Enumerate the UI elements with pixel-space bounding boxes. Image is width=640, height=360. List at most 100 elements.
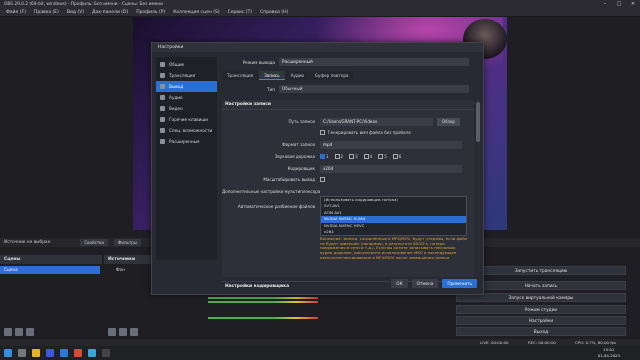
- add-scene-icon[interactable]: [4, 328, 12, 336]
- encoder-option[interactable]: x264: [321, 229, 466, 235]
- rescale-checkbox[interactable]: [320, 177, 325, 182]
- track-checkbox[interactable]: [363, 154, 369, 159]
- menu-edit[interactable]: Правка (E): [30, 10, 63, 15]
- maximize-icon[interactable]: □: [612, 0, 626, 8]
- sidebar-item-label: Трансляция: [169, 73, 196, 78]
- encoder-row: Кодировщик x264: [222, 164, 474, 173]
- rescale-label: Масштабировать вывод: [263, 177, 315, 182]
- speaker-icon: [160, 95, 165, 100]
- sidebar-item-accessibility[interactable]: Спец. возможности: [156, 125, 217, 136]
- tracks-row: Звуковая дорожка 1 2 3 4 5 6: [222, 152, 474, 161]
- browse-button[interactable]: Обзор: [437, 117, 461, 126]
- track-checkbox[interactable]: [392, 154, 398, 159]
- settings-scrollbar[interactable]: [476, 100, 480, 277]
- format-select[interactable]: mp4: [320, 140, 462, 149]
- wrench-icon: [160, 139, 165, 144]
- sidebar-item-advanced[interactable]: Расширенные: [156, 136, 217, 147]
- menu-docks[interactable]: Док-панели (D): [88, 10, 132, 15]
- app-icon[interactable]: [88, 349, 96, 357]
- sidebar-item-output[interactable]: Вывод: [156, 81, 217, 92]
- track-checkbox[interactable]: [320, 154, 325, 159]
- exit-button[interactable]: Выход: [456, 327, 626, 336]
- track-5[interactable]: 5: [378, 154, 390, 159]
- source-item-label: Фон: [116, 267, 125, 272]
- add-source-icon[interactable]: [108, 328, 116, 336]
- path-input[interactable]: C:/Users/GRANT-PC/Videos: [320, 117, 433, 126]
- app-icon[interactable]: [46, 349, 54, 357]
- studio-mode-button[interactable]: Режим студии: [456, 305, 626, 314]
- sidebar-item-general[interactable]: Общие: [156, 59, 217, 70]
- monitor-icon: [160, 106, 165, 111]
- taskbar-clock: 15:01 01.04.2023: [598, 347, 620, 358]
- scrollbar-thumb[interactable]: [476, 102, 480, 142]
- scene-filters-icon[interactable]: [26, 328, 34, 336]
- close-icon[interactable]: ✕: [626, 0, 640, 8]
- app-icon[interactable]: [60, 349, 68, 357]
- taskbar: [0, 346, 640, 360]
- settings-button[interactable]: Настройки: [456, 316, 626, 325]
- ok-button[interactable]: ОК: [391, 279, 408, 288]
- scene-list-item[interactable]: Сцена: [0, 266, 100, 274]
- cpu-status: CPU: 0.7%, 60.00 fps: [575, 340, 617, 345]
- sidebar-item-hotkeys[interactable]: Горячие клавиши: [156, 114, 217, 125]
- track-4[interactable]: 4: [363, 154, 376, 159]
- window-title: OBS 29.0.2 (64-bit, windows) - Профиль: …: [4, 1, 163, 7]
- remove-source-icon[interactable]: [119, 328, 127, 336]
- menu-tools[interactable]: Сервис (T): [224, 10, 257, 15]
- sidebar-item-label: Спец. возможности: [169, 128, 213, 133]
- search-icon[interactable]: [18, 349, 26, 357]
- track-checkbox[interactable]: [378, 154, 384, 159]
- output-mode-select[interactable]: Расширенный: [279, 58, 469, 66]
- menu-scene-collection[interactable]: Коллекция сцен (S): [169, 10, 223, 15]
- properties-button[interactable]: Свойства: [80, 239, 108, 246]
- source-settings-icon[interactable]: [130, 328, 138, 336]
- obs-icon[interactable]: [102, 349, 110, 357]
- menu-file[interactable]: Файл (F): [2, 10, 30, 15]
- sidebar-item-label: Расширенные: [169, 139, 200, 144]
- tab-replay-buffer[interactable]: Буфер повтора: [310, 71, 354, 80]
- settings-main: Режим вывода Расширенный Трансляция Запи…: [222, 57, 480, 289]
- track-checkbox[interactable]: [334, 154, 340, 159]
- app-icon[interactable]: [74, 349, 82, 357]
- tab-streaming[interactable]: Трансляция: [222, 71, 259, 80]
- sidebar-item-label: Видео: [169, 106, 183, 111]
- type-row: Тип Обычный: [222, 84, 480, 94]
- sidebar-item-audio[interactable]: Аудио: [156, 92, 217, 103]
- remove-scene-icon[interactable]: [15, 328, 23, 336]
- format-label: Формат записи: [282, 142, 315, 147]
- live-status: LIVE: 00:00:00: [480, 340, 509, 345]
- start-icon[interactable]: [4, 349, 12, 357]
- section-title: Настройки записи: [222, 100, 474, 110]
- type-select[interactable]: Обычный: [279, 85, 469, 93]
- mp4-warning: Внимание: записи, сохранённые в MP4/MOV,…: [320, 237, 468, 259]
- settings-sidebar: Общие Трансляция Вывод Аудио Видео Горяч…: [156, 57, 217, 260]
- track-1[interactable]: 1: [320, 154, 332, 159]
- menu-profile[interactable]: Профиль (P): [132, 10, 169, 15]
- track-2[interactable]: 2: [334, 154, 347, 159]
- dialog-title: Настройки: [158, 45, 184, 50]
- cancel-button[interactable]: Отмена: [411, 279, 439, 288]
- tab-recording[interactable]: Запись: [259, 71, 285, 80]
- sidebar-item-label: Аудио: [169, 95, 183, 100]
- minimize-icon[interactable]: –: [598, 0, 612, 8]
- sidebar-item-stream[interactable]: Трансляция: [156, 70, 217, 81]
- format-row: Формат записи mp4: [222, 140, 474, 149]
- sidebar-item-video[interactable]: Видео: [156, 103, 217, 114]
- menu-help[interactable]: Справка (H): [256, 10, 292, 15]
- gen-name-checkbox[interactable]: [320, 130, 325, 135]
- path-label: Путь записи: [288, 119, 315, 124]
- encoder-select[interactable]: x264: [320, 164, 462, 173]
- status-bar: LIVE: 00:00:00 REC: 00:00:00 CPU: 0.7%, …: [0, 339, 640, 346]
- apply-button[interactable]: Применить: [442, 279, 477, 288]
- menu-view[interactable]: Вид (V): [63, 10, 88, 15]
- track-3[interactable]: 3: [349, 154, 361, 159]
- tab-audio[interactable]: Аудио: [285, 71, 310, 80]
- folder-icon[interactable]: [32, 349, 40, 357]
- audio-meter: [208, 297, 318, 299]
- track-6[interactable]: 6: [392, 154, 405, 159]
- sidebar-item-label: Горячие клавиши: [169, 117, 208, 122]
- filters-button[interactable]: Фильтры: [113, 239, 141, 246]
- output-tabs: Трансляция Запись Аудио Буфер повтора: [222, 71, 355, 80]
- track-checkbox[interactable]: [349, 154, 355, 159]
- gear-icon: [160, 62, 165, 67]
